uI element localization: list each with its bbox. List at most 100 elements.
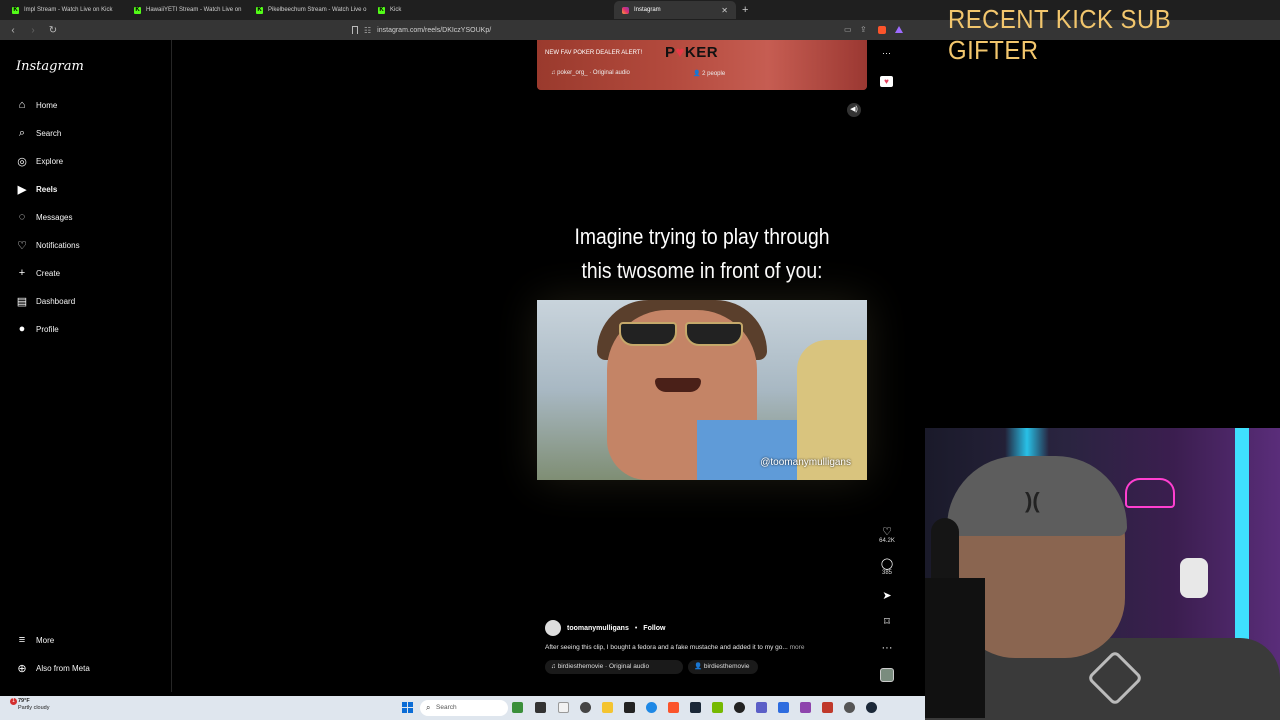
like-button[interactable]: ♡ 64.2K <box>876 526 898 544</box>
tab-pikelbeechum[interactable]: K Pikelbeechum Stream - Watch Live o <box>248 1 370 19</box>
url-field[interactable]: instagram.com/reels/DKIczYSOUKp/ <box>377 27 491 34</box>
chart-icon: ▤ <box>16 295 28 308</box>
sidebar-item-reels[interactable]: ▶ Reels <box>16 181 58 197</box>
sidebar-item-label: Profile <box>36 324 59 334</box>
site-info-icon[interactable]: ☷ <box>364 26 371 35</box>
folder-icon[interactable] <box>602 702 613 713</box>
sidebar-item-dashboard[interactable]: ▤ Dashboard <box>16 293 75 309</box>
steam-icon[interactable] <box>866 702 877 713</box>
tab-hawaiiyeti[interactable]: K HawaiiYETI Stream - Watch Live on <box>126 1 248 19</box>
sidebar-item-profile[interactable]: ● Profile <box>16 321 59 337</box>
bookmark-icon[interactable] <box>352 26 358 34</box>
caption-text: After seeing this clip, I bought a fedor… <box>545 644 788 651</box>
tab-spacer <box>492 1 614 19</box>
sidebar-item-label: Search <box>36 128 62 138</box>
weather-temp: 79°F <box>18 698 30 704</box>
taskbar-app-icon[interactable] <box>512 702 523 713</box>
video-glasses-left <box>619 322 677 346</box>
sidebar-item-label: Home <box>36 100 58 110</box>
reel-author-row: toomanymulligans • Follow <box>545 620 665 636</box>
brave-shields-icon[interactable] <box>878 26 886 34</box>
previous-reel-people[interactable]: 👤 2 people <box>693 70 725 77</box>
taskbar-app-icon[interactable] <box>734 702 745 713</box>
weather-desc: Partly cloudy <box>18 705 50 711</box>
display-icon[interactable]: ▭ <box>844 25 852 34</box>
close-tab-icon[interactable]: ✕ <box>721 6 728 15</box>
audio-thumbnail[interactable] <box>880 668 894 682</box>
video-watermark: @toomanymulligans <box>760 457 851 468</box>
more-options-icon[interactable]: ··· <box>882 48 891 58</box>
reload-button[interactable]: ↻ <box>46 25 60 36</box>
sidebar-item-search[interactable]: ⌕ Search <box>16 125 61 141</box>
kick-favicon-icon: K <box>378 6 385 14</box>
steam-icon[interactable] <box>690 702 701 713</box>
sidebar-item-notifications[interactable]: ♡ Notifications <box>16 237 80 253</box>
taskbar-search[interactable]: ⌕ Search <box>420 700 508 716</box>
instagram-logo[interactable]: Instagram <box>16 59 84 74</box>
forward-button[interactable]: › <box>26 25 40 36</box>
stream-overlay-title: RECENT KICK SUB GIFTER <box>948 4 1172 65</box>
reel-more-button[interactable]: ··· <box>876 642 898 654</box>
url-field-wrap[interactable]: ☷ instagram.com/reels/DKIczYSOUKp/ <box>352 23 910 37</box>
tab-instagram[interactable]: Instagram ✕ <box>614 1 736 19</box>
sidebar-item-explore[interactable]: ◎ Explore <box>16 153 63 169</box>
taskbar-app-icon[interactable] <box>712 702 723 713</box>
follow-button[interactable]: Follow <box>643 625 665 632</box>
reel-tagged-people[interactable]: 👤 birdiesthemovie <box>688 660 758 674</box>
avatar[interactable] <box>545 620 561 636</box>
previous-reel-audio[interactable]: ♫ poker_org_ · Original audio <box>551 70 630 76</box>
reel-audio[interactable]: ♫ birdiesthemovie · Original audio <box>545 660 683 674</box>
brave-rewards-icon[interactable] <box>895 26 903 33</box>
save-button[interactable]: ⌑ <box>876 616 898 628</box>
heart-icon: ♡ <box>882 526 892 538</box>
overlay-line-2: this twosome in front of you: <box>581 258 823 283</box>
tab-title: Impl Stream - Watch Live on Kick <box>24 7 113 13</box>
video-glasses-right <box>685 322 743 346</box>
new-tab-button[interactable]: + <box>736 4 754 16</box>
previous-reel[interactable]: NEW FAV POKER DEALER ALERT! P♥KER ♫ poke… <box>537 40 867 90</box>
share-icon[interactable]: ⇪ <box>860 25 867 34</box>
share-button[interactable]: ➤ <box>876 590 898 602</box>
taskbar-app-icon[interactable] <box>558 702 569 713</box>
author-username[interactable]: toomanymulligans <box>567 625 629 632</box>
tab-impl[interactable]: K Impl Stream - Watch Live on Kick <box>4 1 126 19</box>
sidebar-item-also-from-meta[interactable]: ⊕ Also from Meta <box>16 660 89 676</box>
screen: K Impl Stream - Watch Live on Kick K Hawai… <box>0 0 1280 720</box>
sidebar-item-create[interactable]: + Create <box>16 265 60 281</box>
sidebar-item-home[interactable]: ⌂ Home <box>16 97 58 113</box>
taskbar-app-icon[interactable] <box>822 702 833 713</box>
settings-icon[interactable] <box>844 702 855 713</box>
sidebar-item-label: Notifications <box>36 240 80 250</box>
liked-heart-icon[interactable]: ♥ <box>880 76 893 87</box>
meta-icon: ⊕ <box>17 662 27 675</box>
mute-icon[interactable]: ◀) <box>847 103 861 117</box>
sidebar-item-messages[interactable]: ◌ Messages <box>16 209 73 225</box>
taskbar-app-icon[interactable] <box>800 702 811 713</box>
instagram-sidebar: Instagram ⌂ Home ⌕ Search ◎ Explore ▶ Reels … <box>0 40 172 692</box>
reel-caption: After seeing this clip, I bought a fedor… <box>545 644 804 651</box>
avatar-icon: ● <box>18 323 26 335</box>
taskbar-app-icon[interactable] <box>580 702 591 713</box>
previous-reel-caption: NEW FAV POKER DEALER ALERT! <box>545 50 643 56</box>
teams-icon[interactable] <box>756 702 767 713</box>
taskbar-app-icon[interactable] <box>535 702 546 713</box>
taskbar-app-icon[interactable] <box>624 702 635 713</box>
comment-button[interactable]: ◯ 385 <box>876 558 898 576</box>
caption-more-link[interactable]: more <box>790 644 805 651</box>
taskbar-app-icon[interactable] <box>778 702 789 713</box>
sidebar-item-label: Explore <box>36 156 64 166</box>
weather-widget[interactable]: 1 79°F Partly cloudy <box>10 698 50 712</box>
windows-start-icon[interactable] <box>402 702 413 713</box>
tab-kick[interactable]: K Kick <box>370 1 492 19</box>
heart-icon: ♡ <box>17 239 27 252</box>
video-mouth <box>655 378 701 392</box>
reel-video[interactable]: @toomanymulligans <box>537 300 867 480</box>
separator-dot: • <box>634 624 638 632</box>
menu-icon: ≡ <box>18 634 26 646</box>
instagram-favicon-icon <box>622 6 629 14</box>
back-button[interactable]: ‹ <box>6 25 20 36</box>
taskbar-app-icon[interactable] <box>646 702 657 713</box>
video-shirt <box>697 420 797 480</box>
brave-icon[interactable] <box>668 702 679 713</box>
sidebar-item-more[interactable]: ≡ More <box>16 632 54 648</box>
